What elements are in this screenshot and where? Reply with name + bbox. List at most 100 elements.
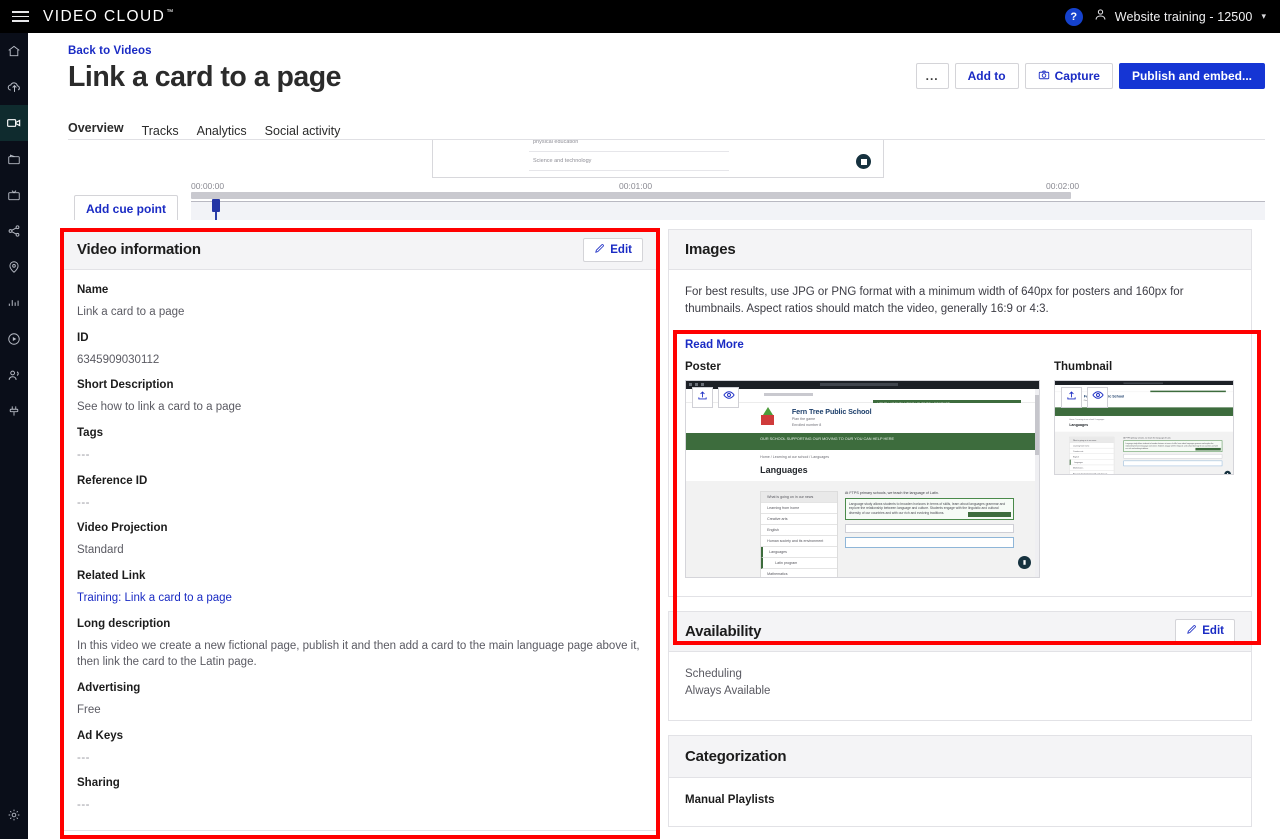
thumbnail-overlay-buttons bbox=[1061, 386, 1108, 408]
field-value-tags: --- bbox=[77, 449, 90, 462]
thumbnail-block: Thumbnail School Plan Home / Learning at… bbox=[1054, 361, 1234, 578]
preview-row: physical education bbox=[529, 140, 729, 152]
hamburger-menu-icon[interactable] bbox=[8, 11, 36, 22]
eye-icon bbox=[1091, 388, 1104, 406]
timeline-track[interactable] bbox=[191, 201, 1265, 220]
field-value-related-link[interactable]: Training: Link a card to a page bbox=[77, 590, 643, 607]
user-account-menu[interactable]: Website training - 12500 ▾ bbox=[1093, 7, 1266, 27]
video-information-body: Name Link a card to a page ID 6345909030… bbox=[61, 270, 659, 830]
poster-preview-button[interactable] bbox=[718, 386, 739, 408]
site-sidebar-item: Learning from home bbox=[761, 503, 837, 514]
player-timeline-strip: physical education Science and technolog… bbox=[68, 140, 1265, 220]
more-options-button[interactable]: ... bbox=[915, 63, 949, 89]
field-label-advertising: Advertising bbox=[77, 682, 141, 695]
field-label-name: Name bbox=[77, 284, 109, 296]
availability-header: Availability Edit bbox=[669, 611, 1251, 652]
help-icon[interactable]: ? bbox=[1064, 7, 1083, 26]
images-header: Images bbox=[669, 230, 1251, 270]
back-to-videos-link[interactable]: Back to Videos bbox=[68, 45, 152, 57]
site-secondary-button bbox=[844, 537, 1015, 549]
categorization-body: Manual Playlists bbox=[669, 778, 1251, 826]
site-main-content: At FTPS primary schools, we teach the la… bbox=[844, 491, 1015, 549]
top-bar: VIDEO CLOUD™ ? Website training - 12500 … bbox=[0, 0, 1280, 33]
thumbnail-upload-button[interactable] bbox=[1061, 386, 1082, 408]
user-avatar-icon bbox=[1093, 7, 1108, 27]
video-information-header: Video information Edit bbox=[61, 230, 659, 270]
site-sidebar-nav: What is going on in our news Learning fr… bbox=[760, 490, 838, 577]
timeline-ticks: 00:00:00 00:01:00 00:02:00 bbox=[191, 181, 1265, 192]
preview-row: Science and technology bbox=[529, 152, 729, 171]
sidebar-item-analytics[interactable] bbox=[0, 285, 28, 321]
site-sidebar-item: Mathematics bbox=[1069, 465, 1114, 471]
sidebar-item-integrations[interactable] bbox=[0, 393, 28, 429]
poster-upload-button[interactable] bbox=[692, 386, 713, 408]
pencil-icon bbox=[594, 243, 605, 257]
play-circle-icon bbox=[7, 332, 21, 346]
video-information-edit-button[interactable]: Edit bbox=[583, 237, 643, 262]
preview-row: religion and ethics bbox=[529, 171, 729, 177]
availability-card: Availability Edit Scheduling Always Avai… bbox=[668, 610, 1252, 721]
site-sidebar-item: Creative arts bbox=[1069, 448, 1114, 454]
site-sidebar-item: Latin program bbox=[761, 557, 837, 569]
home-icon bbox=[7, 44, 21, 58]
sidebar-item-engage[interactable] bbox=[0, 249, 28, 285]
brand-name: VIDEO CLOUD bbox=[43, 7, 166, 25]
sidebar-item-social[interactable] bbox=[0, 213, 28, 249]
sidebar-item-upload[interactable] bbox=[0, 69, 28, 105]
timeline[interactable]: 00:00:00 00:01:00 00:02:00 bbox=[191, 181, 1265, 220]
timeline-scrollbar-top[interactable] bbox=[191, 192, 1071, 199]
thumbnail-preview-button[interactable] bbox=[1087, 386, 1108, 408]
scheduling-label: Scheduling bbox=[685, 667, 742, 680]
playhead-knob[interactable] bbox=[212, 199, 220, 212]
site-sidebar-item: What is going on in our news bbox=[761, 491, 837, 503]
images-card: Images For best results, use JPG or PNG … bbox=[668, 229, 1252, 597]
capture-button-label: Capture bbox=[1054, 69, 1100, 83]
site-heading: Languages bbox=[1069, 423, 1089, 427]
field-value-long-description: In this video we create a new fictional … bbox=[77, 639, 640, 669]
availability-edit-button[interactable]: Edit bbox=[1175, 619, 1235, 643]
field-label-long-description: Long description bbox=[77, 617, 171, 630]
main-content: Back to Videos Link a card to a page ...… bbox=[28, 33, 1280, 839]
categorization-header: Categorization bbox=[669, 736, 1251, 778]
poster-overlay-buttons bbox=[692, 386, 739, 408]
thumbnail-image[interactable]: Fern Tree Public School Plan the game Ho… bbox=[1054, 379, 1234, 475]
trademark-symbol: ™ bbox=[166, 9, 175, 17]
field-value-reference-id: --- bbox=[77, 496, 90, 509]
video-player-preview[interactable]: physical education Science and technolog… bbox=[432, 140, 884, 178]
pencil-icon bbox=[1186, 624, 1197, 638]
sidebar-item-players[interactable] bbox=[0, 321, 28, 357]
images-row: Poster Fern Tree Public School Plan the … bbox=[685, 361, 1235, 578]
sidebar-item-live[interactable] bbox=[0, 177, 28, 213]
site-scrollbar bbox=[1035, 388, 1039, 577]
site-breadcrumb: Home / Learning at our school / Language… bbox=[760, 454, 830, 459]
play-badge-icon: ▮ bbox=[1224, 470, 1231, 474]
player-badge-icon bbox=[856, 154, 871, 169]
chrome-url-bar bbox=[1123, 381, 1163, 384]
video-camera-icon bbox=[6, 115, 22, 131]
field-value-ad-keys: --- bbox=[77, 751, 90, 764]
plug-icon bbox=[7, 404, 21, 418]
add-to-button[interactable]: Add to bbox=[954, 63, 1019, 89]
sidebar-item-media[interactable] bbox=[0, 105, 28, 141]
poster-screenshot: HOME | ABOUT | NEWS | EVENTS | CONTACT F… bbox=[686, 380, 1039, 577]
timeline-time-2: 00:02:00 bbox=[1046, 181, 1080, 191]
upload-icon bbox=[1066, 388, 1077, 406]
capture-button[interactable]: Capture bbox=[1024, 63, 1113, 89]
read-more-link[interactable]: Read More bbox=[685, 339, 1235, 351]
timeline-playhead[interactable] bbox=[212, 199, 220, 220]
sidebar-item-home[interactable] bbox=[0, 33, 28, 69]
site-sidebar-item: Creative arts bbox=[761, 514, 837, 525]
site-main-box: Language study allows students to broade… bbox=[844, 497, 1015, 521]
field-label-sharing: Sharing bbox=[77, 777, 120, 790]
rail-bottom bbox=[0, 797, 28, 833]
publish-and-embed-button[interactable]: Publish and embed... bbox=[1118, 63, 1265, 89]
poster-image[interactable]: HOME | ABOUT | NEWS | EVENTS | CONTACT F… bbox=[685, 379, 1040, 578]
sidebar-item-playlists[interactable] bbox=[0, 141, 28, 177]
add-cue-point-button[interactable]: Add cue point bbox=[74, 195, 178, 220]
sidebar-item-settings[interactable] bbox=[0, 797, 28, 833]
site-utility-text bbox=[763, 392, 814, 396]
sidebar-item-audience[interactable] bbox=[0, 357, 28, 393]
site-heading: Languages bbox=[760, 464, 808, 475]
site-main-nav: OUR SCHOOL SUPPORTING OUR MOVING TO OUR … bbox=[686, 432, 1039, 450]
site-input-field bbox=[1123, 453, 1223, 458]
